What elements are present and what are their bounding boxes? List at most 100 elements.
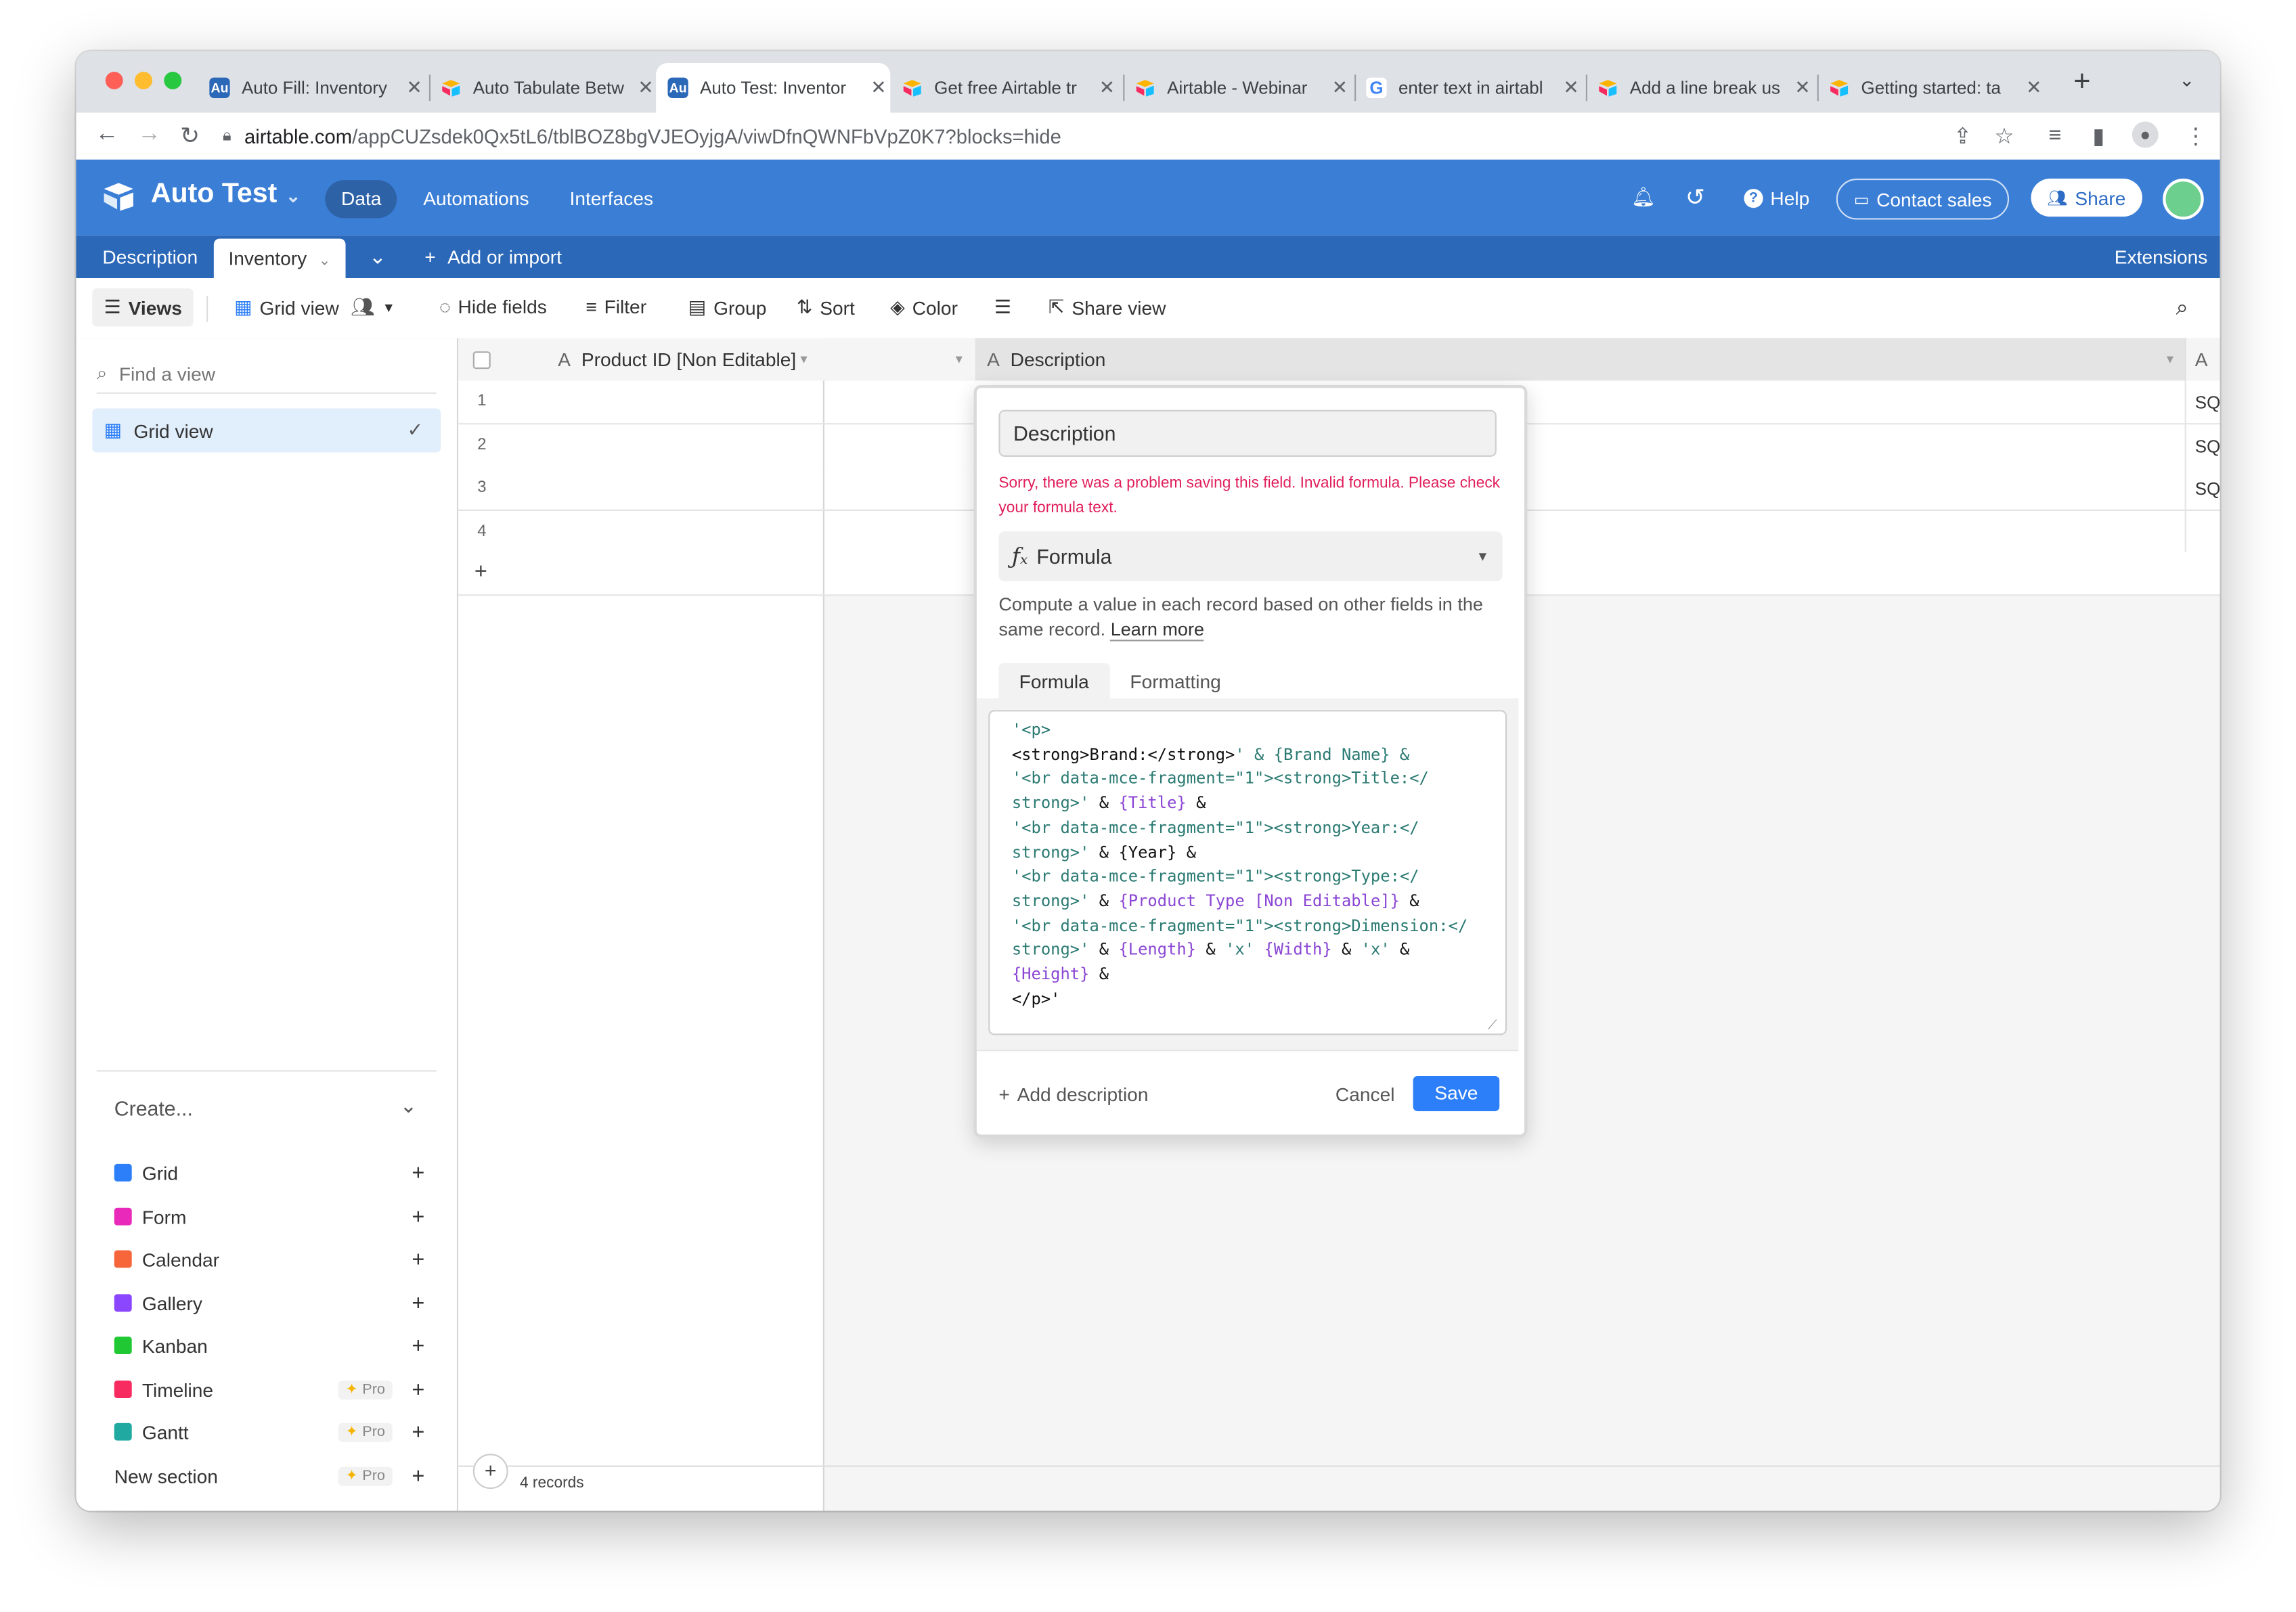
- column-header-product-id[interactable]: A Product ID [Non Editable] ▼: [458, 338, 826, 382]
- share-page-icon[interactable]: ⇪: [1953, 123, 1972, 150]
- sort-label: Sort: [820, 296, 855, 319]
- field-name-input[interactable]: Description: [998, 409, 1497, 457]
- filter-button[interactable]: ≡ Filter: [586, 296, 646, 317]
- profile-icon[interactable]: ●: [2132, 121, 2159, 148]
- side-panel-icon[interactable]: ▮: [2092, 123, 2104, 150]
- all-tables-chevron-icon[interactable]: ⌄: [369, 236, 386, 278]
- field-type-description-text: Compute a value in each record based on …: [998, 594, 1483, 640]
- create-item-gantt[interactable]: Gantt ✦ Pro +: [114, 1416, 424, 1448]
- close-tab-icon[interactable]: ✕: [1095, 76, 1119, 99]
- column-header-next[interactable]: A: [2186, 338, 2220, 382]
- close-tab-icon[interactable]: ✕: [403, 76, 426, 99]
- close-tab-icon[interactable]: ✕: [1791, 76, 1815, 99]
- save-button[interactable]: Save: [1413, 1076, 1500, 1111]
- grid-view-switcher[interactable]: ▦ Grid view 👥︎ ▼: [234, 296, 395, 319]
- table-cell[interactable]: SQ: [2195, 478, 2220, 499]
- sort-icon: ⇅: [796, 295, 813, 318]
- sidebar-view-grid[interactable]: ▦ Grid view ✓: [92, 408, 441, 453]
- chevron-down-icon[interactable]: ⌄: [400, 1094, 417, 1119]
- select-all-checkbox[interactable]: [472, 351, 491, 369]
- field-type-select[interactable]: ƒₓ Formula ▼: [998, 531, 1503, 581]
- app-header: Auto Test ⌄ Data Automations Interfaces 🔔…: [76, 159, 2220, 236]
- table-tab-inventory[interactable]: Inventory ⌄: [213, 238, 346, 279]
- tab-formula[interactable]: Formula: [998, 663, 1110, 702]
- nav-automations[interactable]: Automations: [407, 180, 545, 218]
- browser-tab[interactable]: Auto Tabulate Betw ✕: [438, 63, 657, 113]
- sort-button[interactable]: ⇅ Sort: [797, 296, 855, 319]
- formula-textarea[interactable]: '<p> <strong>Brand:</strong>' & {Brand Na…: [988, 710, 1507, 1035]
- back-icon[interactable]: ←: [95, 122, 119, 148]
- find-view-input[interactable]: ⌕ Find a view: [96, 355, 437, 394]
- formula-string: ' & {Brand Name} &: [1235, 744, 1410, 764]
- create-item-calendar[interactable]: Calendar +: [114, 1243, 424, 1276]
- browser-tab[interactable]: Add a line break us ✕: [1595, 63, 1814, 113]
- table-cell[interactable]: SQ: [2195, 436, 2220, 456]
- create-section-header[interactable]: Create...: [114, 1096, 193, 1120]
- reload-icon[interactable]: ↻: [180, 122, 200, 151]
- group-button[interactable]: ▤ Group: [688, 296, 767, 319]
- nav-interfaces[interactable]: Interfaces: [554, 180, 669, 218]
- nav-data[interactable]: Data: [325, 180, 398, 219]
- cancel-button[interactable]: Cancel: [1335, 1083, 1395, 1105]
- create-item-kanban[interactable]: Kanban +: [114, 1329, 424, 1362]
- history-icon[interactable]: ↺: [1685, 179, 1705, 217]
- share-button[interactable]: 👥︎ Share: [2031, 178, 2142, 217]
- bookmark-star-icon[interactable]: ☆: [1994, 123, 2014, 150]
- create-item-gallery[interactable]: Gallery +: [114, 1287, 424, 1320]
- add-or-import-button[interactable]: + Add or import: [424, 236, 562, 278]
- extensions-button[interactable]: Extensions: [2115, 236, 2208, 278]
- plus-icon: +: [474, 559, 487, 585]
- window-controls: [105, 72, 182, 89]
- close-tab-icon[interactable]: ✕: [1560, 76, 1583, 99]
- learn-more-link[interactable]: Learn more: [1110, 619, 1205, 642]
- help-button[interactable]: ? Help: [1744, 179, 1809, 217]
- create-item-grid[interactable]: Grid +: [114, 1157, 424, 1189]
- table-tab-description[interactable]: Description: [102, 236, 198, 278]
- airtable-logo-icon[interactable]: [102, 181, 135, 211]
- user-avatar[interactable]: [2163, 178, 2204, 220]
- create-item-timeline[interactable]: Timeline ✦ Pro +: [114, 1373, 424, 1406]
- new-tab-button[interactable]: +: [2073, 66, 2090, 99]
- maximize-window-button[interactable]: [164, 72, 182, 89]
- share-view-button[interactable]: ⇱ Share view: [1048, 296, 1166, 319]
- browser-tab[interactable]: Au Auto Test: Inventor ✕: [656, 63, 891, 113]
- column-header-blank[interactable]: ▼: [824, 338, 977, 382]
- browser-tab[interactable]: Genter text in airtabl ✕: [1363, 63, 1583, 113]
- views-toggle-button[interactable]: ☰ Views: [92, 288, 194, 327]
- color-button[interactable]: ◈ Color: [890, 296, 958, 319]
- close-tab-icon[interactable]: ✕: [1328, 76, 1352, 99]
- add-record-fab-button[interactable]: +: [472, 1454, 508, 1490]
- close-tab-icon[interactable]: ✕: [867, 76, 891, 99]
- search-icon[interactable]: ⌕: [2176, 296, 2188, 321]
- menu-kebab-icon[interactable]: ⋮: [2185, 123, 2207, 150]
- close-tab-icon[interactable]: ✕: [2023, 76, 2046, 99]
- create-item-form[interactable]: Form +: [114, 1201, 424, 1233]
- browser-tab[interactable]: Airtable - Webinar ✕: [1132, 63, 1351, 113]
- browser-tab[interactable]: Getting started: ta ✕: [1826, 63, 2046, 113]
- formula-line: strong>' & {Product Type [Non Editable]}…: [1012, 890, 1505, 914]
- browser-tab[interactable]: Au Auto Fill: Inventory ✕: [206, 63, 426, 113]
- pane-divider: [822, 467, 824, 510]
- notifications-bell-icon[interactable]: 🔔︎: [1631, 179, 1656, 217]
- minimize-window-button[interactable]: [135, 72, 152, 89]
- row-height-button[interactable]: ☰: [994, 296, 1011, 319]
- create-item-new-section[interactable]: New section ✦ Pro +: [114, 1460, 425, 1492]
- tab-formatting[interactable]: Formatting: [1109, 663, 1241, 701]
- table-cell[interactable]: SQ: [2195, 393, 2220, 413]
- forward-icon[interactable]: →: [137, 122, 161, 148]
- reading-list-icon[interactable]: ≡: [2048, 123, 2061, 148]
- formula-line: {Height} &: [1012, 964, 1505, 988]
- browser-tab[interactable]: Get free Airtable tr ✕: [899, 63, 1118, 113]
- hide-fields-button[interactable]: ◌ Hide fields: [439, 296, 547, 317]
- base-name[interactable]: Auto Test ⌄: [151, 179, 301, 211]
- views-sidebar: ⌕ Find a view ▦ Grid view ✓ Create... ⌄ Gri…: [76, 338, 459, 1511]
- url-field[interactable]: 🔒︎ airtable.com/appCUZsdek0Qx5tL6/tblBOZ…: [223, 117, 1980, 155]
- add-description-button[interactable]: + Add description: [998, 1083, 1148, 1105]
- hamburger-icon: ☰: [104, 295, 121, 318]
- close-window-button[interactable]: [105, 72, 123, 89]
- close-tab-icon[interactable]: ✕: [634, 76, 658, 99]
- resize-handle-icon[interactable]: ⟋: [1488, 1017, 1497, 1033]
- contact-sales-button[interactable]: ▭ Contact sales: [1836, 178, 2010, 220]
- column-header-description[interactable]: A Description ▼: [975, 338, 2186, 382]
- tab-search-icon[interactable]: ⌄: [2179, 69, 2195, 93]
